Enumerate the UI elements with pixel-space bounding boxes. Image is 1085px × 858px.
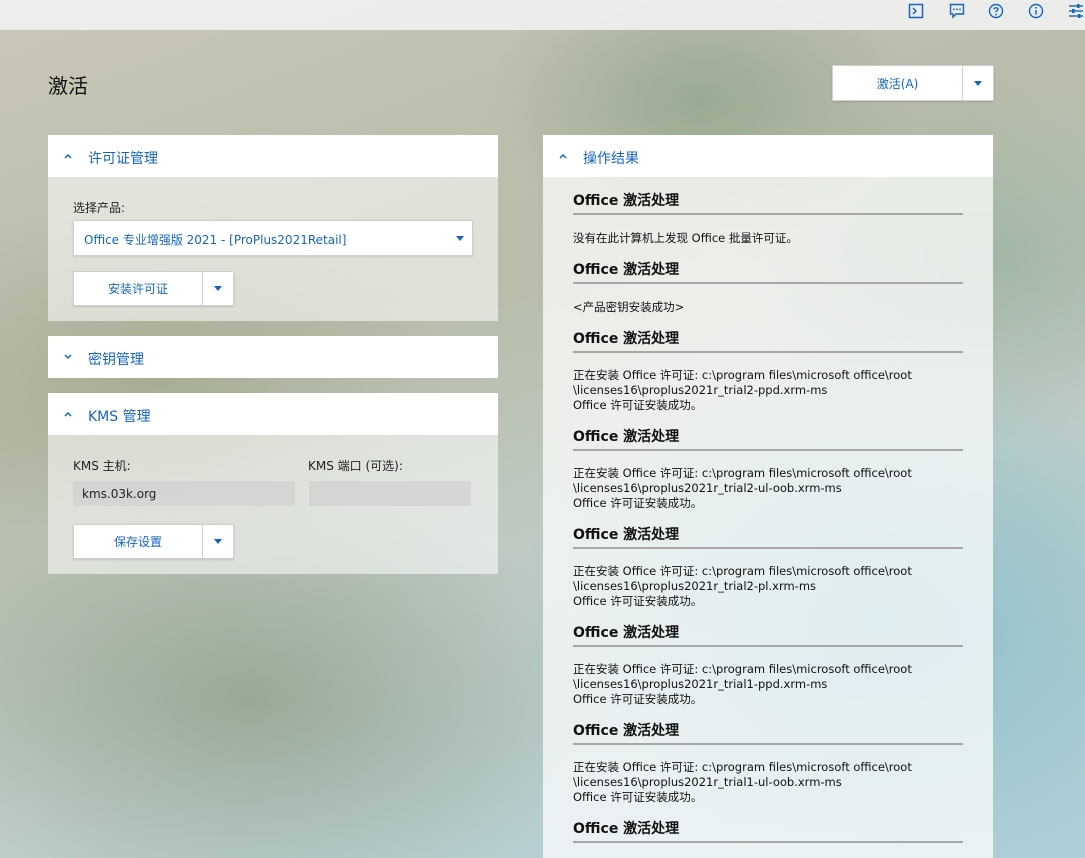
kms-panel-title: KMS 管理: [88, 409, 151, 425]
result-entry-title: Office 激活处理: [573, 609, 963, 647]
result-entry: Office 激活处理 正在安装 Office 许可证: c:\program …: [573, 609, 963, 707]
result-entry: Office 激活处理 <产品密钥安装成功>: [573, 246, 963, 315]
result-entry-message: 正在安装 Office 许可证: c:\program files\micros…: [573, 564, 912, 608]
chevron-down-icon: [214, 539, 222, 544]
kms-port-input[interactable]: [309, 481, 471, 506]
result-entry-title: Office 激活处理: [573, 707, 963, 745]
results-panel-header[interactable]: 操作结果: [543, 135, 993, 177]
result-entry: Office 激活处理 正在安装 Office 许可证: c:\program …: [573, 707, 963, 805]
chevron-down-icon: [974, 80, 982, 86]
license-panel: 许可证管理 选择产品: Office 专业增强版 2021 - [ProPlus…: [48, 135, 498, 321]
key-panel-header[interactable]: 密钥管理: [48, 336, 498, 378]
kms-host-input[interactable]: kms.03k.org: [73, 481, 295, 506]
result-entry-title: Office 激活处理: [573, 805, 963, 843]
settings-icon[interactable]: [1067, 2, 1085, 20]
feedback-icon[interactable]: [948, 2, 966, 20]
chevron-up-icon: [559, 153, 567, 159]
help-icon[interactable]: [987, 2, 1005, 20]
result-entry-message: 正在安装 Office 许可证: c:\program files\micros…: [573, 760, 912, 804]
kms-host-value: kms.03k.org: [82, 487, 157, 501]
activate-dropdown-button[interactable]: [963, 66, 993, 100]
kms-host-label: KMS 主机:: [73, 459, 131, 473]
page-title: 激活: [48, 74, 88, 98]
activate-split-button: 激活(A): [832, 65, 994, 101]
result-entry: Office 激活处理 正在安装 Office 许可证: c:\program …: [573, 315, 963, 413]
kms-port-label: KMS 端口 (可选):: [308, 459, 403, 473]
result-entry-message: 正在安装 Office 许可证: c:\program files\micros…: [573, 662, 912, 706]
terminal-icon[interactable]: [907, 2, 925, 20]
license-panel-header[interactable]: 许可证管理: [48, 135, 498, 177]
result-entry: Office 激活处理: [573, 805, 963, 853]
install-license-button[interactable]: 安装许可证: [74, 272, 203, 305]
save-settings-split-button: 保存设置: [73, 524, 234, 559]
chevron-up-icon: [64, 153, 72, 159]
result-entry-title: Office 激活处理: [573, 315, 963, 353]
key-panel-title: 密钥管理: [88, 352, 144, 368]
results-panel-title: 操作结果: [583, 151, 639, 167]
top-toolbar: [0, 0, 1085, 30]
product-select[interactable]: Office 专业增强版 2021 - [ProPlus2021Retail]: [73, 220, 473, 256]
install-license-dropdown-button[interactable]: [203, 272, 233, 305]
info-icon[interactable]: [1027, 2, 1045, 20]
product-select-value: Office 专业增强版 2021 - [ProPlus2021Retail]: [84, 233, 347, 247]
chevron-down-icon: [456, 236, 464, 241]
result-entry-message: 正在安装 Office 许可证: c:\program files\micros…: [573, 466, 912, 510]
save-settings-button[interactable]: 保存设置: [74, 525, 203, 558]
key-panel: 密钥管理: [48, 336, 498, 378]
result-entry-message: 没有在此计算机上发现 Office 批量许可证。: [573, 231, 798, 245]
product-label: 选择产品:: [73, 201, 126, 215]
save-settings-dropdown-button[interactable]: [203, 525, 233, 558]
result-entry: Office 激活处理 没有在此计算机上发现 Office 批量许可证。: [573, 177, 963, 246]
result-entry-title: Office 激活处理: [573, 246, 963, 284]
chevron-down-icon: [64, 354, 72, 360]
chevron-up-icon: [64, 411, 72, 417]
result-entry-title: Office 激活处理: [573, 511, 963, 549]
kms-panel: KMS 管理 KMS 主机: kms.03k.org KMS 端口 (可选): …: [48, 393, 498, 574]
result-entry-title: Office 激活处理: [573, 413, 963, 451]
result-entry: Office 激活处理 正在安装 Office 许可证: c:\program …: [573, 511, 963, 609]
license-panel-title: 许可证管理: [88, 151, 158, 167]
result-entry-message: 正在安装 Office 许可证: c:\program files\micros…: [573, 368, 912, 412]
result-entry-title: Office 激活处理: [573, 177, 963, 215]
result-entry: Office 激活处理 正在安装 Office 许可证: c:\program …: [573, 413, 963, 511]
activate-button[interactable]: 激活(A): [833, 66, 963, 100]
result-entry-message: [573, 843, 963, 853]
chevron-down-icon: [214, 286, 222, 291]
results-panel: 操作结果 Office 激活处理 没有在此计算机上发现 Office 批量许可证…: [543, 135, 993, 858]
install-license-split-button: 安装许可证: [73, 271, 234, 306]
kms-panel-header[interactable]: KMS 管理: [48, 393, 498, 435]
results-list[interactable]: Office 激活处理 没有在此计算机上发现 Office 批量许可证。 Off…: [543, 177, 993, 858]
result-entry-message: <产品密钥安装成功>: [573, 300, 685, 314]
